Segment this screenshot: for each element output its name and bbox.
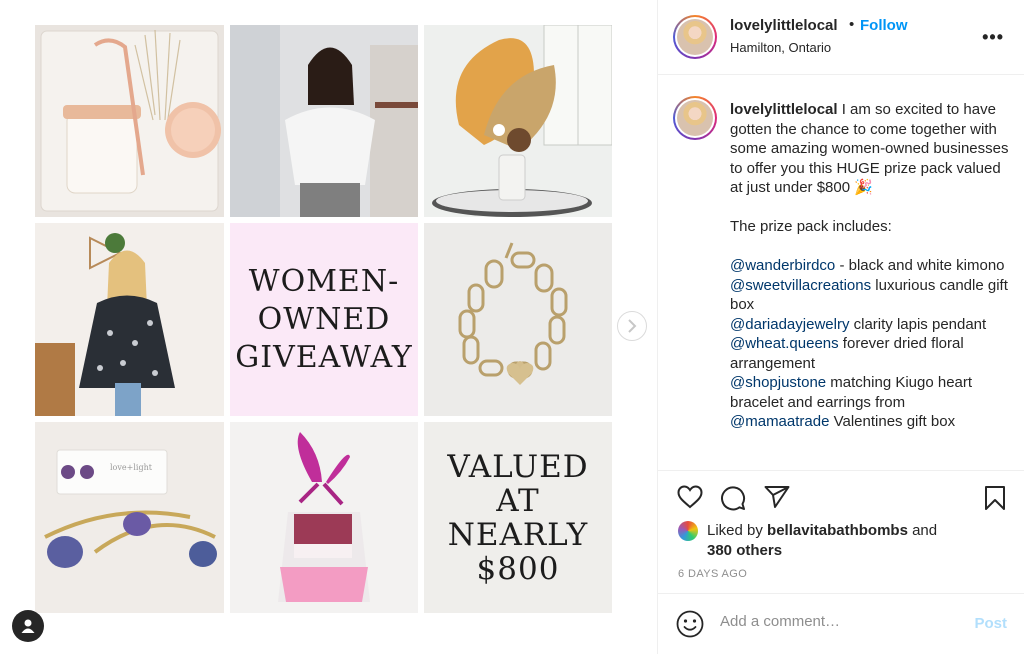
post-header: lovelylittlelocal • Follow Hamilton, Ont… [658, 0, 1024, 75]
prize-heading: The prize pack includes: [730, 218, 892, 235]
next-photo-button[interactable] [617, 311, 647, 341]
prize-item: @dariadayjewelry clarity lapis pendant [730, 315, 1015, 335]
valued-text: VALUED AT NEARLY $800 [424, 422, 612, 613]
valued-line-2: AT [496, 482, 540, 519]
caption-scroll-area[interactable]: lovelylittlelocal I am so excited to hav… [658, 76, 1024, 470]
tile-valued-at-nearly: VALUED AT NEARLY $800 [424, 422, 612, 613]
prize-item: @wanderbirdco - black and white kimono [730, 256, 1015, 276]
giveaway-line-3: GIVEAWAY [235, 339, 413, 375]
post-comment-button[interactable]: Post [974, 615, 1007, 632]
caption-avatar[interactable] [673, 96, 717, 140]
giveaway-text: WOMEN- OWNED GIVEAWAY [230, 223, 418, 416]
share-icon[interactable] [764, 485, 790, 509]
mention-link[interactable]: @wanderbirdco [730, 257, 835, 274]
mention-link[interactable]: @mamaatrade [730, 413, 829, 430]
prize-item: @shopjustone matching Kiugo heart bracel… [730, 373, 1015, 412]
prize-item-text: - black and white kimono [835, 257, 1005, 274]
comment-icon[interactable] [720, 485, 746, 511]
mention-link[interactable]: @wheat.queens [730, 335, 839, 352]
author-username[interactable]: lovelylittlelocal [730, 17, 838, 34]
caption-text: lovelylittlelocal I am so excited to hav… [730, 100, 1015, 432]
mention-link[interactable]: @sweetvillacreations [730, 277, 871, 294]
post-actions: Liked by bellavitabathbombs and 380 othe… [658, 470, 1024, 593]
user-icon [21, 619, 35, 633]
post-location[interactable]: Hamilton, Ontario [730, 40, 831, 55]
photo-pink-gift-bag [230, 422, 418, 613]
prize-item-text: clarity lapis pendant [849, 315, 987, 333]
follow-button[interactable]: Follow [860, 17, 908, 34]
liker-avatar[interactable] [678, 521, 698, 541]
valued-line-3: NEARLY [447, 516, 589, 553]
likes-others-count[interactable]: 380 others [707, 542, 782, 559]
comment-input[interactable] [720, 613, 960, 630]
svg-text:love+light: love+light [110, 463, 153, 472]
post-side-panel: lovelylittlelocal • Follow Hamilton, Ont… [657, 0, 1024, 654]
chevron-right-icon [628, 319, 637, 333]
valued-line-4: $800 [476, 550, 560, 587]
photo-gold-chain-bracelet [424, 223, 612, 416]
likes-summary[interactable]: Liked by bellavitabathbombs and 380 othe… [678, 521, 937, 560]
photo-dried-floral-arrangement [424, 25, 612, 217]
likes-text: Liked by bellavitabathbombs and 380 othe… [707, 521, 937, 560]
author-avatar[interactable] [673, 15, 717, 59]
photo-candle-gift-box [35, 25, 224, 217]
photo-woman-kimono [35, 223, 224, 416]
liked-and-label: and [907, 522, 938, 539]
comment-bar: Post [658, 593, 1024, 654]
more-options-icon[interactable]: ••• [982, 27, 1004, 48]
prize-item: @wheat.queens forever dried floral arran… [730, 334, 1015, 373]
prize-item: @mamaatrade Valentines gift box [730, 412, 1015, 432]
prize-item: @sweetvillacreations luxurious candle gi… [730, 276, 1015, 315]
tile-women-owned-giveaway: WOMEN- OWNED GIVEAWAY [230, 223, 418, 416]
photo-druzy-jewelry: love+light [35, 422, 224, 613]
post-timestamp[interactable]: 6 DAYS AGO [678, 568, 747, 580]
liked-by-label: Liked by [707, 522, 768, 539]
photo-woman-white-top [230, 25, 418, 217]
mention-link[interactable]: @shopjustone [730, 374, 826, 391]
post-media[interactable]: WOMEN- OWNED GIVEAWAY love+light VALUED … [0, 0, 657, 654]
separator-dot: • [849, 16, 855, 33]
caption-username[interactable]: lovelylittlelocal [730, 101, 838, 118]
liker-username[interactable]: bellavitabathbombs [767, 522, 908, 539]
heart-icon[interactable] [677, 485, 703, 509]
giveaway-line-1: WOMEN- [248, 263, 400, 299]
giveaway-line-2: OWNED [257, 301, 391, 337]
emoji-icon[interactable] [676, 610, 704, 638]
tagged-users-button[interactable] [12, 610, 44, 642]
mention-link[interactable]: @dariadayjewelry [730, 316, 849, 333]
bookmark-icon[interactable] [984, 485, 1006, 511]
prize-item-text: Valentines gift box [829, 413, 956, 430]
valued-line-1: VALUED [447, 448, 589, 485]
